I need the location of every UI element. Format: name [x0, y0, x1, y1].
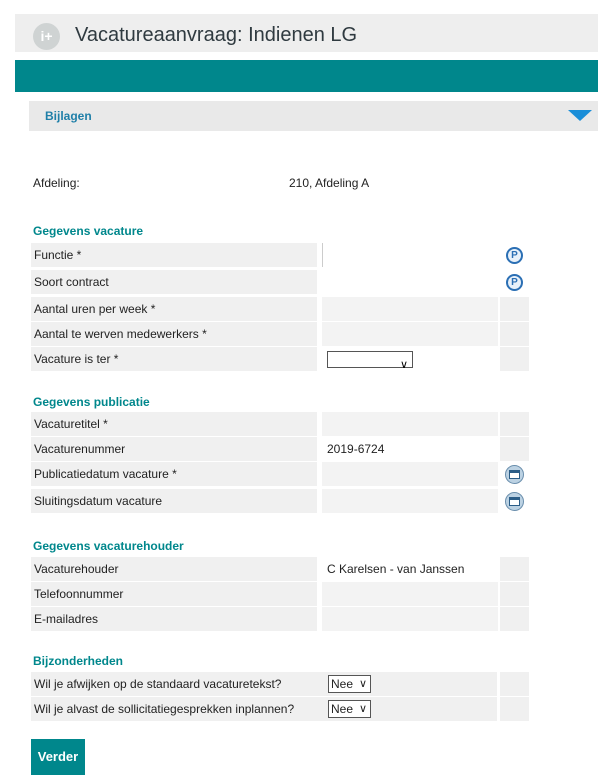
- vacaturetitel-icon-cell: [500, 412, 529, 436]
- lookup-icon: P: [506, 274, 523, 291]
- lookup-icon: P: [506, 247, 523, 264]
- publicatiedatum-label: Publicatiedatum vacature *: [31, 462, 317, 486]
- soort-contract-lookup-button[interactable]: P: [500, 270, 529, 294]
- row-vacaturehouder: Vacaturehouder C Karelsen - van Janssen: [31, 557, 529, 581]
- uren-label: Aantal uren per week *: [31, 297, 317, 321]
- section-bijlagen-label: Bijlagen: [45, 109, 92, 123]
- publicatiedatum-calendar-button[interactable]: [500, 462, 529, 486]
- afwijken-select-value: Nee: [331, 677, 354, 691]
- ter-icon-cell: [500, 347, 529, 371]
- row-afwijken: Wil je afwijken op de standaard vacature…: [31, 672, 529, 696]
- functie-field[interactable]: [322, 243, 498, 267]
- functie-lookup-button[interactable]: P: [500, 243, 529, 267]
- page-title: Vacatureaanvraag: Indienen LG: [75, 24, 358, 46]
- inplannen-icon-cell: [500, 697, 529, 721]
- email-label: E-mailadres: [31, 607, 317, 631]
- header-band: [15, 60, 598, 92]
- window-titlebar: i+ Vacatureaanvraag: Indienen LG: [15, 14, 598, 56]
- medewerkers-label: Aantal te werven medewerkers *: [31, 322, 317, 346]
- vacaturetitel-field[interactable]: [322, 412, 498, 436]
- telefoon-field[interactable]: [322, 582, 498, 606]
- vacaturehouder-value: C Karelsen - van Janssen: [322, 557, 498, 581]
- verder-button[interactable]: Verder: [31, 739, 85, 775]
- uren-icon-cell: [500, 297, 529, 321]
- afwijken-label: Wil je afwijken op de standaard vacature…: [31, 672, 497, 696]
- row-publicatiedatum: Publicatiedatum vacature *: [31, 462, 529, 486]
- group-title-bijzonderheden: Bijzonderheden: [33, 654, 124, 668]
- sluitingsdatum-field[interactable]: [322, 489, 498, 513]
- chevron-down-icon: ∨: [358, 678, 367, 690]
- row-functie: Functie * P: [31, 243, 529, 267]
- ter-cell: ∨: [322, 347, 498, 371]
- afdeling-label: Afdeling:: [33, 176, 80, 190]
- group-title-houder: Gegevens vacaturehouder: [33, 539, 184, 553]
- inplannen-select-value: Nee: [331, 702, 354, 716]
- section-bijlagen[interactable]: Bijlagen: [29, 101, 598, 131]
- vacaturetitel-label: Vacaturetitel *: [31, 412, 317, 436]
- medewerkers-icon-cell: [500, 322, 529, 346]
- row-vacaturenummer: Vacaturenummer 2019-6724: [31, 437, 529, 461]
- soort-contract-field[interactable]: [322, 270, 498, 294]
- chevron-down-icon: ∨: [399, 359, 408, 371]
- vacaturenummer-icon-cell: [500, 437, 529, 461]
- uren-field[interactable]: [322, 297, 498, 321]
- inplannen-label: Wil je alvast de sollicitatiegesprekken …: [31, 697, 497, 721]
- row-vacaturetitel: Vacaturetitel *: [31, 412, 529, 436]
- telefoon-label: Telefoonnummer: [31, 582, 317, 606]
- row-medewerkers: Aantal te werven medewerkers *: [31, 322, 529, 346]
- vacaturenummer-value: 2019-6724: [322, 437, 498, 461]
- vacaturehouder-label: Vacaturehouder: [31, 557, 317, 581]
- sluitingsdatum-calendar-button[interactable]: [500, 489, 529, 513]
- email-icon-cell: [500, 607, 529, 631]
- row-email: E-mailadres: [31, 607, 529, 631]
- telefoon-icon-cell: [500, 582, 529, 606]
- afwijken-select[interactable]: Nee ∨: [328, 675, 371, 693]
- row-telefoon: Telefoonnummer: [31, 582, 529, 606]
- calendar-icon: [505, 492, 524, 511]
- afwijken-question: Wil je afwijken op de standaard vacature…: [34, 677, 282, 691]
- vacaturehouder-icon-cell: [500, 557, 529, 581]
- group-title-vacature: Gegevens vacature: [33, 224, 144, 238]
- medewerkers-field[interactable]: [322, 322, 498, 346]
- row-inplannen: Wil je alvast de sollicitatiegesprekken …: [31, 697, 529, 721]
- ter-select[interactable]: ∨: [327, 351, 413, 371]
- inplannen-question: Wil je alvast de sollicitatiegesprekken …: [34, 702, 295, 716]
- group-title-publicatie: Gegevens publicatie: [33, 395, 150, 409]
- soort-contract-label: Soort contract: [31, 270, 317, 294]
- ter-label: Vacature is ter *: [31, 347, 317, 371]
- row-soort-contract: Soort contract P: [31, 270, 529, 294]
- row-sluitingsdatum: Sluitingsdatum vacature: [31, 489, 529, 513]
- calendar-icon: [505, 465, 524, 484]
- publicatiedatum-field[interactable]: [322, 462, 498, 486]
- app-logo-icon: i+: [33, 23, 60, 50]
- row-uren: Aantal uren per week *: [31, 297, 529, 321]
- row-ter: Vacature is ter * ∨: [31, 347, 529, 371]
- functie-label: Functie *: [31, 243, 317, 267]
- sluitingsdatum-label: Sluitingsdatum vacature: [31, 489, 317, 513]
- afwijken-icon-cell: [500, 672, 529, 696]
- afdeling-value: 210, Afdeling A: [289, 176, 370, 190]
- vacaturenummer-label: Vacaturenummer: [31, 437, 317, 461]
- email-field[interactable]: [322, 607, 498, 631]
- inplannen-select[interactable]: Nee ∨: [328, 700, 371, 718]
- chevron-down-icon: ∨: [358, 703, 367, 715]
- triangle-down-icon[interactable]: [568, 110, 592, 121]
